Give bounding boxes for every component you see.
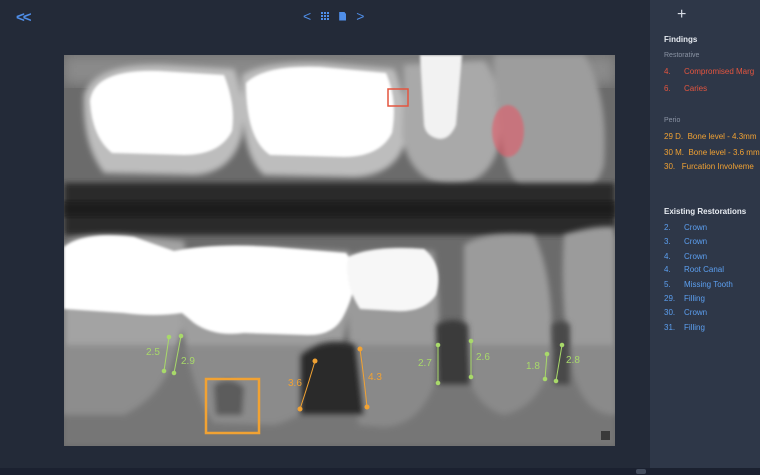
- measure-label: 2.6: [476, 352, 490, 363]
- measure-label: 3.6: [288, 378, 302, 389]
- measure-label: 4.3: [368, 372, 382, 383]
- xray-image: 2.5 2.9 2.7 2.6 1.8 2.8 3.6 4.3: [64, 55, 615, 446]
- next-image-button[interactable]: >: [356, 8, 364, 24]
- document-icon[interactable]: [339, 11, 347, 21]
- top-toolbar: << < >: [0, 0, 650, 34]
- existing-restorations-title: Existing Restorations: [664, 207, 747, 216]
- restoration-item[interactable]: 2. Crown: [664, 223, 707, 232]
- scrollbar-thumb[interactable]: [636, 469, 646, 474]
- measure-label: 2.7: [418, 358, 432, 369]
- measure-label: 2.9: [181, 356, 195, 367]
- findings-panel: + Findings Restorative 4. Compromised Mar…: [650, 0, 760, 475]
- restorative-label: Restorative: [664, 52, 700, 59]
- image-navigation: < >: [303, 8, 364, 24]
- previous-image-button[interactable]: <: [303, 8, 311, 24]
- perio-item[interactable]: 30 M. Bone level - 3.6 mm: [664, 148, 760, 157]
- viewer-corner-handle[interactable]: [601, 431, 610, 440]
- restoration-item[interactable]: 30. Crown: [664, 308, 707, 317]
- measure-label: 1.8: [526, 361, 540, 372]
- horizontal-scrollbar[interactable]: [0, 468, 760, 475]
- perio-item[interactable]: 30. Furcation Involveme: [664, 162, 754, 171]
- restoration-item[interactable]: 4. Root Canal: [664, 265, 724, 274]
- restoration-item[interactable]: 5. Missing Tooth: [664, 280, 733, 289]
- perio-item[interactable]: 29 D. Bone level - 4.3mm: [664, 132, 757, 141]
- finding-item[interactable]: 4. Compromised Marg: [664, 67, 754, 76]
- collapse-panel-button[interactable]: <<: [16, 9, 31, 26]
- dental-xray-viewer[interactable]: 2.5 2.9 2.7 2.6 1.8 2.8 3.6 4.3: [64, 55, 615, 446]
- restoration-item[interactable]: 4. Crown: [664, 252, 707, 261]
- restoration-item[interactable]: 31. Filling: [664, 323, 705, 332]
- add-finding-button[interactable]: +: [677, 6, 686, 24]
- perio-label: Perio: [664, 117, 681, 124]
- grid-view-icon[interactable]: [321, 12, 330, 20]
- measure-label: 2.5: [146, 347, 160, 358]
- restoration-item[interactable]: 29. Filling: [664, 294, 705, 303]
- restoration-item[interactable]: 3. Crown: [664, 237, 707, 246]
- finding-item[interactable]: 6. Caries: [664, 84, 707, 93]
- findings-title: Findings: [664, 35, 698, 44]
- measure-label: 2.8: [566, 355, 580, 366]
- caries-highlight[interactable]: [492, 105, 524, 157]
